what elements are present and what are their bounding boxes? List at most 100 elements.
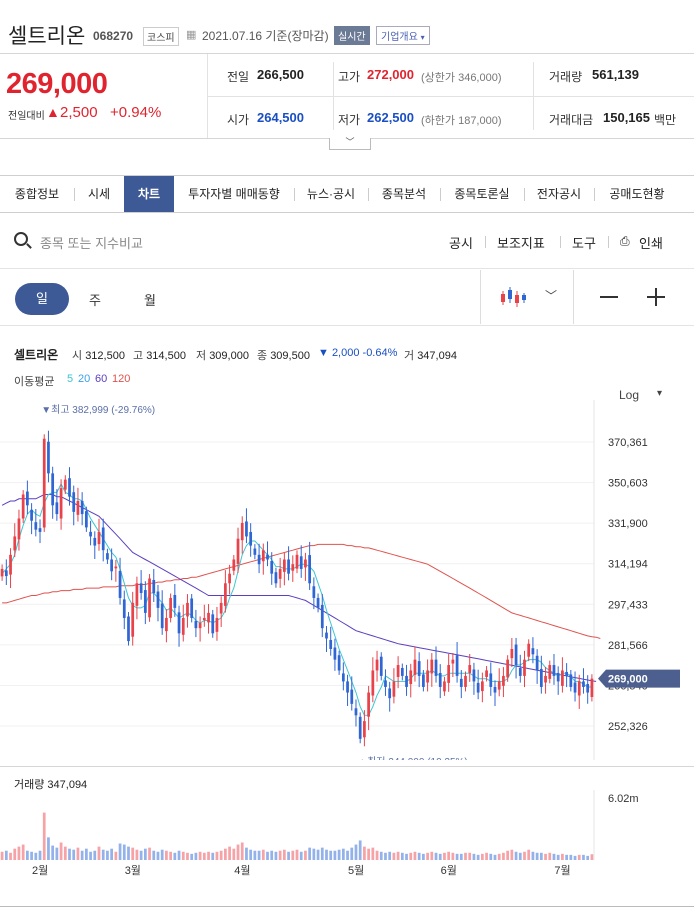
open-value: 264,500 (257, 110, 304, 125)
candle-body (80, 500, 84, 515)
candle-body (590, 678, 594, 697)
amount-value: 150,165 (603, 110, 650, 125)
chevron-down-icon[interactable]: ﹀ (545, 287, 557, 304)
candle-body (548, 665, 552, 679)
candle-body (295, 554, 299, 569)
tab-analysis[interactable]: 종목분석 (368, 176, 440, 212)
candle-body (476, 682, 480, 693)
candle-body (26, 491, 29, 506)
price-chart[interactable]: 370,361 350,603 331,900 314,194 297,433 281,5… (0, 400, 694, 760)
tools-button[interactable]: 도구 (572, 233, 596, 252)
divider (0, 906, 694, 907)
tab-discussion[interactable]: 종목토론실 (440, 176, 524, 212)
candle-body (413, 659, 417, 675)
candle-body (287, 559, 290, 574)
candle-body (354, 708, 358, 716)
max-annotation: ▼최고 382,999 (-29.76%) (41, 404, 155, 416)
candle-body (181, 617, 185, 635)
candle-body (76, 500, 80, 515)
y-tick-label: 252,326 (608, 721, 648, 733)
expand-button[interactable]: ﹀ (329, 138, 371, 150)
period-week-button[interactable]: 주 (89, 290, 101, 309)
chevron-down-icon: ▾ (420, 33, 425, 42)
candle-body (316, 597, 320, 608)
compare-search-input[interactable]: 종목 또는 지수비교 (40, 233, 143, 252)
candle-body (190, 598, 194, 618)
candle-body (531, 648, 535, 655)
candle-body (51, 473, 55, 506)
tab-disclosure[interactable]: 전자공시 (524, 176, 594, 212)
candle-body (59, 488, 63, 519)
candle-body (586, 684, 590, 693)
volume-bar (47, 837, 50, 860)
candle-body (325, 632, 328, 639)
indicators-button[interactable]: 보조지표 (497, 233, 545, 252)
y-tick-label: 350,603 (608, 478, 648, 490)
candle-body (47, 441, 50, 474)
candle-body (211, 614, 215, 634)
candle-body (240, 522, 244, 541)
chevron-down-icon: ﹀ (345, 137, 355, 147)
candle-body (447, 665, 451, 683)
candle-body (30, 509, 33, 521)
tab-overview[interactable]: 종합정보 (0, 176, 74, 212)
candle-body (228, 573, 231, 584)
tab-short-selling[interactable]: 공매도현황 (594, 176, 680, 212)
candle-body (400, 667, 404, 676)
zoom-out-icon[interactable] (600, 296, 618, 298)
tab-quotes[interactable]: 시세 (74, 176, 124, 212)
realtime-button[interactable]: 실시간 (334, 26, 370, 45)
candle-body (63, 479, 67, 490)
y-tick-label: 314,194 (608, 559, 648, 571)
y-tick-label: 370,361 (608, 437, 648, 449)
tab-chart[interactable]: 차트 (124, 176, 174, 212)
candle-body (514, 644, 518, 666)
candle-body (245, 521, 248, 537)
candlestick-icon[interactable] (500, 285, 528, 311)
candle-body (320, 604, 324, 629)
volume-max-label: 6.02m (608, 793, 639, 805)
chevron-down-icon[interactable]: ▾ (657, 388, 662, 399)
volume-value: 561,139 (592, 67, 639, 82)
change-percent: +0.94% (110, 104, 162, 121)
candle-body (552, 665, 556, 676)
amount-label: 거래대금 (549, 113, 594, 127)
print-button[interactable]: 인쇄 (639, 233, 663, 252)
calendar-icon: ▦ (186, 29, 197, 41)
candle-body (577, 681, 581, 696)
x-tick-label: 2월 (32, 864, 48, 877)
moving-average-label: 이동평균 (14, 376, 55, 388)
company-overview-button[interactable]: 기업개요 ▾ (376, 26, 430, 45)
candle-body (219, 602, 223, 614)
candle-body (459, 678, 463, 687)
period-month-button[interactable]: 월 (144, 290, 156, 309)
candle-body (346, 681, 349, 693)
divider (533, 62, 534, 130)
candle-body (4, 570, 8, 577)
candle-body (472, 669, 476, 682)
candle-body (139, 583, 143, 594)
legend-close: 종 309,500 (257, 350, 310, 362)
candle-body (97, 531, 101, 545)
legend-high: 고 314,500 (133, 350, 186, 362)
divider (480, 270, 481, 324)
tab-investor-trend[interactable]: 투자자별 매매동향 (174, 176, 294, 212)
candle-body (363, 721, 366, 738)
candle-body (573, 682, 577, 693)
candle-body (308, 555, 312, 584)
divider (0, 325, 694, 326)
lower-limit: (하한가 187,000) (421, 115, 502, 127)
candle-body (561, 670, 564, 686)
period-day-button[interactable]: 일 (15, 283, 69, 315)
candle-body (455, 655, 459, 676)
legend-volume: 거 347,094 (404, 350, 457, 362)
low-value: 262,500 (367, 110, 414, 125)
y-tick-label: 331,900 (608, 518, 648, 530)
candle-body (17, 518, 21, 540)
divider (608, 236, 609, 248)
candle-body (169, 597, 172, 618)
tab-news[interactable]: 뉴스·공시 (294, 176, 368, 212)
candle-body (506, 659, 510, 678)
change-label: 전일대비 (8, 111, 45, 122)
disclosure-button[interactable]: 공시 (449, 233, 473, 252)
